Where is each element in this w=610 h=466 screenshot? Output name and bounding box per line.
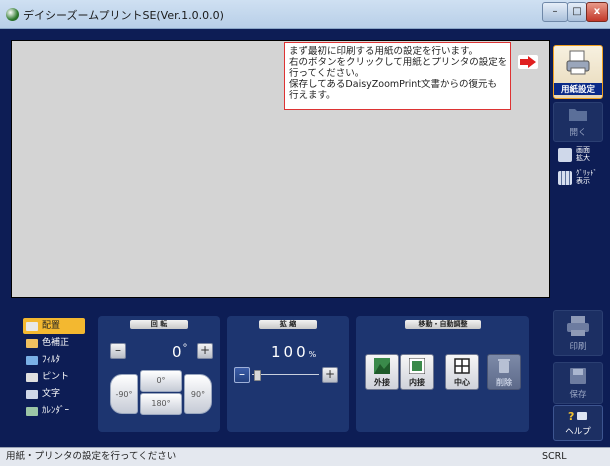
window-title: デイシーズームプリントSE(Ver.1.0.0.0) bbox=[23, 9, 224, 22]
mode-label: ｶﾚﾝﾀﾞｰ bbox=[42, 406, 70, 416]
scroll-lock-indicator: SCRL bbox=[542, 451, 567, 462]
grid-toggle-button[interactable]: ｸﾞﾘｯﾄﾞ 表示 bbox=[556, 168, 602, 190]
move-header: 移動・自動調整 bbox=[405, 320, 481, 329]
open-button[interactable]: 開く bbox=[553, 102, 603, 142]
zoom-view-label-line: 拡大 bbox=[576, 154, 590, 162]
help-label: ヘルプ bbox=[565, 427, 591, 437]
mode-label: 文字 bbox=[42, 389, 61, 399]
center-label: 中心 bbox=[454, 378, 470, 387]
paper-settings-button[interactable]: 用紙設定 bbox=[553, 45, 603, 99]
move-auto-adjust-panel: 移動・自動調整 外接 内接 中心 削除 bbox=[356, 316, 529, 432]
help-button[interactable]: ? ヘルプ bbox=[553, 405, 603, 441]
grid-icon bbox=[558, 171, 572, 185]
mode-item[interactable]: 色補正 bbox=[23, 335, 85, 351]
rotation-panel: 回 転 – 0° + -90° 0° 180° 90° bbox=[98, 316, 220, 432]
fit-outside-label: 外接 bbox=[374, 378, 390, 387]
status-bar: 用紙・プリンタの設定を行ってください SCRL bbox=[0, 447, 610, 466]
message-line: まず最初に印刷する用紙の設定を行います。 bbox=[289, 46, 479, 57]
printer-icon bbox=[566, 50, 590, 75]
mode-icon bbox=[26, 390, 38, 399]
fit-inside-button[interactable]: 内接 bbox=[400, 354, 434, 390]
rotate-180-button[interactable]: 180° bbox=[140, 393, 182, 415]
status-text: 用紙・プリンタの設定を行ってください bbox=[6, 451, 177, 462]
rotate-right-90-button[interactable]: 90° bbox=[184, 374, 212, 414]
svg-text:?: ? bbox=[568, 410, 574, 423]
framed-landscape-icon bbox=[409, 358, 425, 374]
rotation-increase-button[interactable]: + bbox=[197, 343, 213, 359]
close-button[interactable]: x bbox=[586, 2, 608, 22]
center-button[interactable]: 中心 bbox=[445, 354, 479, 390]
scale-decrease-button[interactable]: – bbox=[234, 367, 250, 383]
mode-label: ピント bbox=[42, 372, 70, 382]
scale-header: 拡 縮 bbox=[259, 320, 317, 329]
app-icon bbox=[6, 8, 19, 21]
landscape-icon bbox=[374, 358, 390, 374]
mode-icon bbox=[26, 322, 38, 331]
message-line: 行えます。 bbox=[289, 90, 336, 101]
fit-inside-label: 内接 bbox=[409, 378, 425, 387]
mode-icon bbox=[26, 373, 38, 382]
mode-label: 配置 bbox=[42, 321, 61, 331]
mode-item[interactable]: 配置 bbox=[23, 318, 85, 334]
center-grid-icon bbox=[454, 358, 470, 374]
title-bar: デイシーズームプリントSE(Ver.1.0.0.0) – □ x bbox=[0, 0, 610, 29]
mode-label: 色補正 bbox=[42, 338, 70, 348]
mode-item[interactable]: ｶﾚﾝﾀﾞｰ bbox=[23, 403, 85, 419]
scale-unit: % bbox=[308, 350, 317, 359]
rotate-left-90-button[interactable]: -90° bbox=[110, 374, 138, 414]
magnifier-icon bbox=[558, 148, 572, 162]
mode-icon bbox=[26, 407, 38, 416]
rotation-decrease-button[interactable]: – bbox=[110, 343, 126, 359]
delete-button[interactable]: 削除 bbox=[487, 354, 521, 390]
save-button[interactable]: 保存 bbox=[553, 362, 603, 404]
app-window: デイシーズームプリントSE(Ver.1.0.0.0) – □ x まず最初に印刷… bbox=[0, 0, 610, 466]
trash-icon bbox=[498, 359, 510, 373]
zoom-view-label-line: 画面 bbox=[576, 146, 590, 154]
scale-slider-track[interactable] bbox=[252, 374, 319, 375]
save-label: 保存 bbox=[569, 390, 587, 400]
mode-item[interactable]: 文字 bbox=[23, 386, 85, 402]
zoom-view-button[interactable]: 画面 拡大 bbox=[556, 145, 602, 167]
paper-settings-label: 用紙設定 bbox=[554, 83, 602, 95]
scale-panel: 拡 縮 100% – + bbox=[227, 316, 349, 432]
mode-item[interactable]: ﾌｨﾙﾀ bbox=[23, 352, 85, 368]
mode-icon bbox=[26, 339, 38, 348]
scale-increase-button[interactable]: + bbox=[322, 367, 338, 383]
scale-slider-thumb[interactable] bbox=[254, 370, 261, 381]
instruction-message: まず最初に印刷する用紙の設定を行います。 右のボタンをクリックして用紙とプリンタ… bbox=[284, 42, 511, 110]
scale-value: 100% bbox=[271, 343, 316, 361]
rotation-unit: ° bbox=[182, 343, 189, 354]
maximize-button[interactable]: □ bbox=[567, 2, 587, 22]
mode-icon bbox=[26, 356, 38, 365]
printer-icon bbox=[567, 316, 589, 336]
message-line: 行ってください。 bbox=[289, 68, 365, 79]
arrow-right-icon bbox=[518, 55, 538, 69]
print-label: 印刷 bbox=[569, 342, 587, 352]
rotation-header: 回 転 bbox=[130, 320, 188, 329]
scale-number: 100 bbox=[271, 343, 309, 361]
open-label: 開く bbox=[569, 128, 587, 138]
fit-outside-button[interactable]: 外接 bbox=[365, 354, 399, 390]
print-button[interactable]: 印刷 bbox=[553, 310, 603, 356]
question-icon: ? bbox=[568, 410, 587, 423]
grid-label-line: ｸﾞﾘｯﾄﾞ bbox=[576, 169, 597, 177]
rotation-number: 0 bbox=[172, 343, 183, 361]
mode-label: ﾌｨﾙﾀ bbox=[42, 355, 61, 365]
mode-item[interactable]: ピント bbox=[23, 369, 85, 385]
rotation-value: 0° bbox=[172, 343, 189, 361]
grid-label-line: 表示 bbox=[576, 177, 590, 185]
message-line: 保存してあるDaisyZoomPrint文書からの復元も bbox=[289, 79, 498, 90]
folder-icon bbox=[569, 109, 587, 121]
rotate-upright-button[interactable]: 0° bbox=[140, 370, 182, 392]
minimize-button[interactable]: – bbox=[542, 2, 568, 22]
delete-label: 削除 bbox=[496, 378, 512, 387]
message-line: 右のボタンをクリックして用紙とプリンタの設定を bbox=[289, 57, 506, 68]
floppy-disk-icon bbox=[570, 368, 586, 384]
